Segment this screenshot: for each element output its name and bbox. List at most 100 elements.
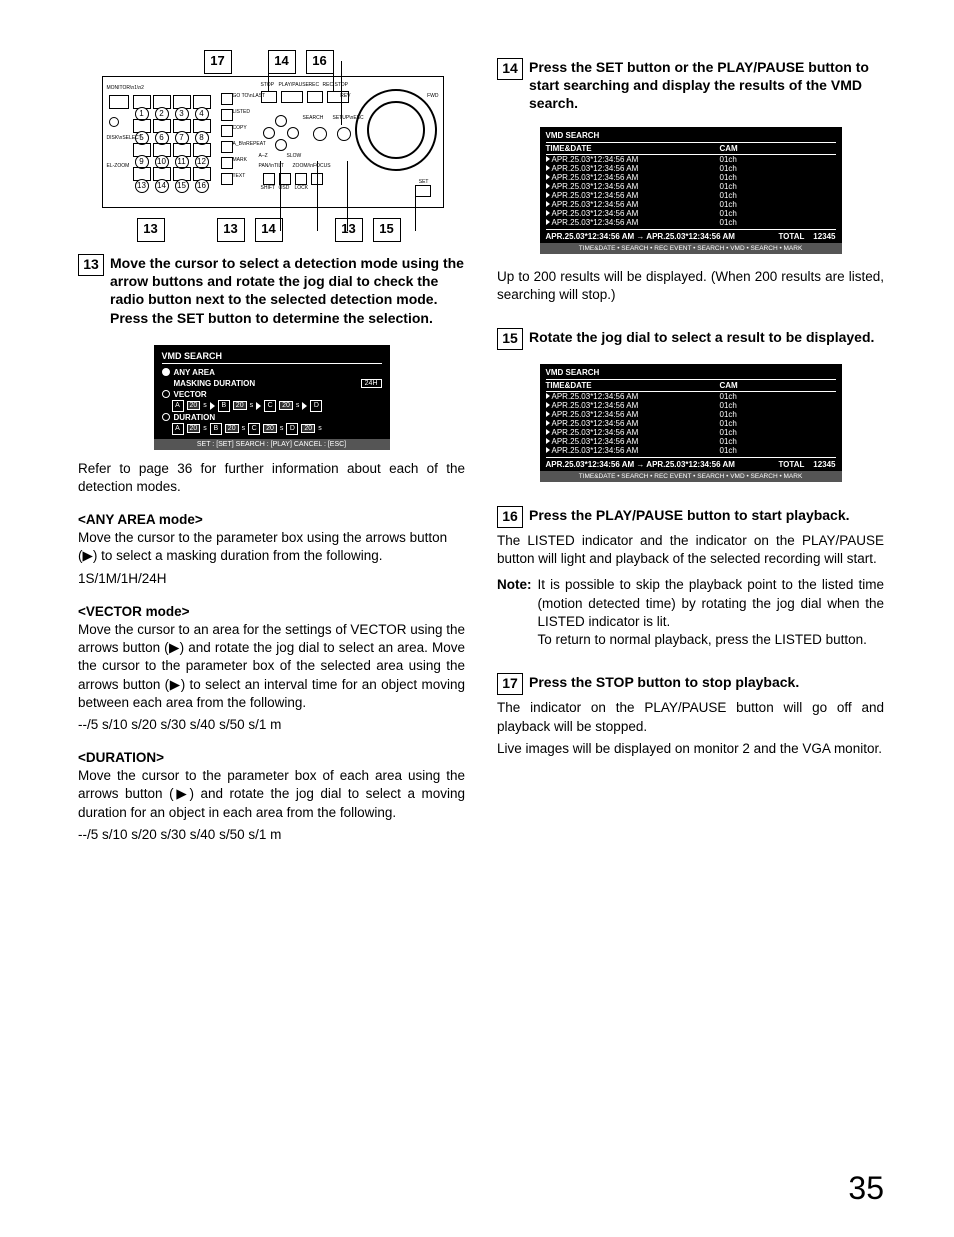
play-icon <box>546 156 550 162</box>
table-row: APR.25.03*12:34:56 AM01ch <box>546 209 836 218</box>
vmd-results-1: VMD SEARCH TIME&DATECAM APR.25.03*12:34:… <box>540 127 842 254</box>
step-17-text: Press the STOP button to stop playback. <box>529 673 799 691</box>
duration-segments: A 20s B 20s C 20s D 20s <box>172 423 382 435</box>
right-column: 14 Press the SET button or the PLAY/PAUS… <box>497 50 884 852</box>
radio-vector-icon <box>162 390 170 398</box>
arrow-right-icon <box>256 402 261 410</box>
play-icon <box>546 411 550 417</box>
play-icon <box>546 420 550 426</box>
osd-title: VMD SEARCH <box>162 351 382 364</box>
any-area-body-2: 1S/1M/1H/24H <box>78 570 465 588</box>
results-title-2: VMD SEARCH <box>546 368 836 377</box>
callout-17: 17 <box>204 50 232 74</box>
device-panel-figure: 17 14 16 <box>102 76 442 208</box>
table-row: APR.25.03*12:34:56 AM01ch <box>546 446 836 455</box>
duration-body-1: Move the cursor to the parameter box of … <box>78 767 465 822</box>
step-14-text: Press the SET button or the PLAY/PAUSE b… <box>529 58 884 113</box>
play-icon <box>546 219 550 225</box>
step-15-number: 15 <box>497 328 523 350</box>
vmd-search-osd: VMD SEARCH ANY AREA MASKING DURATION 24H… <box>154 345 390 450</box>
play-icon <box>546 192 550 198</box>
table-row: APR.25.03*12:34:56 AM01ch <box>546 410 836 419</box>
step-15-text: Rotate the jog dial to select a result t… <box>529 328 874 346</box>
radio-any-area-icon <box>162 368 170 376</box>
radio-duration-icon <box>162 413 170 421</box>
step-16-number: 16 <box>497 506 523 528</box>
step-17-body-1: The indicator on the PLAY/PAUSE button w… <box>497 699 884 735</box>
any-area-heading: <ANY AREA mode> <box>78 512 465 527</box>
results-table: TIME&DATECAM APR.25.03*12:34:56 AM01chAP… <box>546 142 836 227</box>
results-title: VMD SEARCH <box>546 131 836 140</box>
table-row: APR.25.03*12:34:56 AM01ch <box>546 154 836 164</box>
play-icon <box>546 429 550 435</box>
play-icon <box>546 210 550 216</box>
step-17-number: 17 <box>497 673 523 695</box>
osd-duration: DURATION <box>174 413 216 422</box>
play-icon <box>546 165 550 171</box>
table-row: APR.25.03*12:34:56 AM01ch <box>546 392 836 402</box>
table-row: APR.25.03*12:34:56 AM01ch <box>546 182 836 191</box>
step-13: 13 Move the cursor to select a detection… <box>78 254 465 327</box>
callout-16: 16 <box>306 50 334 74</box>
results-rows-7: APR.25.03*12:34:56 AM01chAPR.25.03*12:34… <box>546 392 836 456</box>
panel-top-callouts: 17 14 16 <box>204 50 340 74</box>
arrow-right-icon <box>302 402 307 410</box>
any-area-body-1: Move the cursor to the parameter box usi… <box>78 529 465 565</box>
step-17: 17 Press the STOP button to stop playbac… <box>497 673 884 695</box>
vector-heading: <VECTOR mode> <box>78 604 465 619</box>
table-row: APR.25.03*12:34:56 AM01ch <box>546 173 836 182</box>
step-15: 15 Rotate the jog dial to select a resul… <box>497 328 884 350</box>
step-16-body: The LISTED indicator and the indicator o… <box>497 532 884 568</box>
play-icon <box>546 402 550 408</box>
play-icon <box>546 438 550 444</box>
step-16-text: Press the PLAY/PAUSE button to start pla… <box>529 506 850 524</box>
callout-13a: 13 <box>137 218 165 242</box>
step-13-text: Move the cursor to select a detection mo… <box>110 254 465 327</box>
panel-bottom-callouts: 13 13 14 13 15 <box>102 218 442 242</box>
osd-masking-value: 24H <box>361 379 382 388</box>
arrow-right-icon <box>210 402 215 410</box>
results-footer-2: TIME&DATE • SEARCH • REC EVENT • SEARCH … <box>540 471 842 482</box>
upto-text: Up to 200 results will be displayed. (Wh… <box>497 268 884 304</box>
note: Note: It is possible to skip the playbac… <box>497 576 884 649</box>
step-14-number: 14 <box>497 58 523 80</box>
play-icon <box>546 174 550 180</box>
table-row: APR.25.03*12:34:56 AM01ch <box>546 164 836 173</box>
osd-vector: VECTOR <box>174 390 207 399</box>
callout-13c: 13 <box>335 218 363 242</box>
play-icon <box>546 201 550 207</box>
results-range-2: APR.25.03*12:34:56 AM → APR.25.03*12:34:… <box>546 460 735 469</box>
results-footer: TIME&DATE • SEARCH • REC EVENT • SEARCH … <box>540 243 842 254</box>
left-column: 17 14 16 <box>78 50 465 852</box>
note-label: Note: <box>497 576 532 649</box>
table-row: APR.25.03*12:34:56 AM01ch <box>546 401 836 410</box>
vector-body-1: Move the cursor to an area for the setti… <box>78 621 465 712</box>
results-range: APR.25.03*12:34:56 AM → APR.25.03*12:34:… <box>546 232 735 241</box>
page-number: 35 <box>848 1170 884 1207</box>
callout-14b: 14 <box>255 218 283 242</box>
duration-body-2: --/5 s/10 s/20 s/30 s/40 s/50 s/1 m <box>78 826 465 844</box>
table-row: APR.25.03*12:34:56 AM01ch <box>546 191 836 200</box>
play-icon <box>546 447 550 453</box>
osd-any-area: ANY AREA <box>174 368 215 377</box>
vector-body-2: --/5 s/10 s/20 s/30 s/40 s/50 s/1 m <box>78 716 465 734</box>
table-row: APR.25.03*12:34:56 AM01ch <box>546 419 836 428</box>
vmd-results-2: VMD SEARCH TIME&DATECAM APR.25.03*12:34:… <box>540 364 842 482</box>
step-14: 14 Press the SET button or the PLAY/PAUS… <box>497 58 884 113</box>
play-icon <box>546 183 550 189</box>
refer-text: Refer to page 36 for further information… <box>78 460 465 496</box>
step-16: 16 Press the PLAY/PAUSE button to start … <box>497 506 884 528</box>
table-row: APR.25.03*12:34:56 AM01ch <box>546 200 836 209</box>
callout-13b: 13 <box>217 218 245 242</box>
note-text-1: It is possible to skip the playback poin… <box>538 577 885 628</box>
step-13-number: 13 <box>78 254 104 276</box>
callout-15c: 15 <box>373 218 401 242</box>
osd-masking: MASKING DURATION <box>174 379 256 388</box>
osd-footer: SET : [SET] SEARCH : [PLAY] CANCEL : [ES… <box>154 439 390 450</box>
table-row: APR.25.03*12:34:56 AM01ch <box>546 437 836 446</box>
vector-segments: A 20s B 20s C 20s D <box>172 400 382 412</box>
jog-dial-icon <box>355 89 437 171</box>
results-rows-8: APR.25.03*12:34:56 AM01chAPR.25.03*12:34… <box>546 154 836 227</box>
table-row: APR.25.03*12:34:56 AM01ch <box>546 218 836 227</box>
duration-heading: <DURATION> <box>78 750 465 765</box>
